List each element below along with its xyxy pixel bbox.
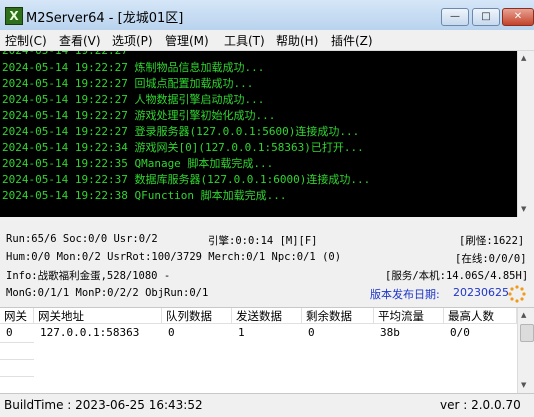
log-line: 2024-05-14 19:22:34 游戏网关[0](127.0.0.1:58…	[2, 141, 364, 154]
scroll-up-icon[interactable]: ▲	[521, 54, 526, 62]
server-load: [服务/本机:14.06S/4.85H]	[385, 270, 529, 282]
menu-options[interactable]: 选项(P)	[112, 32, 153, 49]
menu-help[interactable]: 帮助(H)	[276, 32, 318, 49]
refresh-count: [刷怪:1622]	[459, 235, 525, 247]
sun-icon	[508, 285, 526, 303]
log-console[interactable]: 2024-05-14 19:22:27 ············ 2024-05…	[0, 51, 517, 217]
status-bar: BuildTime : 2023-06-25 16:43:52 ver : 2.…	[0, 393, 534, 417]
version-text: ver : 2.0.0.70	[440, 398, 521, 412]
release-date: 20230625	[453, 286, 509, 299]
scroll-up-icon[interactable]: ▲	[521, 311, 526, 319]
log-line: 2024-05-14 19:22:27 登录服务器(127.0.0.1:5600…	[2, 125, 360, 138]
window-title: M2Server64 - [龙城01区]	[26, 11, 184, 26]
row-divider	[0, 359, 34, 360]
app-icon: X	[5, 7, 23, 25]
col-header-sent[interactable]: 发送数据	[232, 308, 302, 324]
log-line: 2024-05-14 19:22:27 炼制物品信息加载成功...	[2, 61, 265, 74]
menu-bar: 控制(C) 查看(V) 选项(P) 管理(M) 工具(T) 帮助(H) 插件(Z…	[0, 30, 534, 51]
cell-avg-traffic: 38b	[380, 326, 400, 339]
table-scrollbar[interactable]: ▲ ▼	[517, 308, 534, 394]
close-button[interactable]: ✕	[502, 8, 534, 26]
menu-tools[interactable]: 工具(T)	[224, 32, 265, 49]
row-divider	[0, 342, 34, 343]
log-line: 2024-05-14 19:22:38 QFunction 脚本加载完成...	[2, 189, 287, 202]
scroll-down-icon[interactable]: ▼	[521, 205, 526, 213]
col-header-avg-traffic[interactable]: 平均流量	[374, 308, 444, 324]
build-time: BuildTime : 2023-06-25 16:43:52	[4, 398, 203, 412]
log-line: 2024-05-14 19:22:27 回城点配置加载成功...	[2, 77, 254, 90]
col-header-remaining[interactable]: 剩余数据	[302, 308, 374, 324]
engine-time: 引擎:0:0:14 [M][F]	[208, 235, 318, 247]
cell-max-users: 0/0	[450, 326, 470, 339]
menu-view[interactable]: 查看(V)	[59, 32, 101, 49]
row-divider	[0, 376, 34, 377]
log-line: 2024-05-14 19:22:27 人物数据引擎启动成功...	[2, 93, 265, 106]
release-label: 版本发布日期:	[370, 288, 440, 301]
menu-manage[interactable]: 管理(M)	[165, 32, 209, 49]
log-line: 2024-05-14 19:22:27 游戏处理引擎初始化成功...	[2, 109, 276, 122]
col-header-queue[interactable]: 队列数据	[162, 308, 232, 324]
col-header-max-users[interactable]: 最高人数	[444, 308, 517, 324]
scroll-down-icon[interactable]: ▼	[521, 381, 526, 389]
scroll-thumb[interactable]	[520, 324, 534, 342]
restore-button[interactable]: □	[472, 8, 500, 26]
col-header-gateway[interactable]: 网关	[0, 308, 34, 324]
log-line: 2024-05-14 19:22:35 QManage 脚本加载完成...	[2, 157, 274, 170]
gateway-table[interactable]: 网关 网关地址 队列数据 发送数据 剩余数据 平均流量 最高人数 0 127.0…	[0, 307, 534, 394]
online-count: [在线:0/0/0]	[455, 253, 527, 265]
cell-address: 127.0.0.1:58363	[40, 326, 140, 339]
log-line: 2024-05-14 19:22:37 数据库服务器(127.0.0.1:600…	[2, 173, 371, 186]
run-stats: Run:65/6 Soc:0/0 Usr:0/2	[6, 233, 158, 245]
cell-remaining: 0	[308, 326, 315, 339]
minimize-button[interactable]: —	[441, 8, 469, 26]
log-line-partial: 2024-05-14 19:22:27 ············	[2, 51, 214, 57]
log-scrollbar[interactable]: ▲ ▼	[517, 51, 534, 217]
title-bar: X M2Server64 - [龙城01区] — □ ✕	[0, 0, 534, 31]
mon-stats: MonG:0/1/1 MonP:0/2/2 ObjRun:0/1	[6, 287, 209, 299]
menu-plugins[interactable]: 插件(Z)	[331, 32, 373, 49]
hum-stats: Hum:0/0 Mon:0/2 UsrRot:100/3729 Merch:0/…	[6, 251, 342, 263]
col-header-address[interactable]: 网关地址	[34, 308, 162, 324]
cell-gateway: 0	[6, 326, 13, 339]
cell-sent: 1	[238, 326, 245, 339]
cell-queue: 0	[168, 326, 175, 339]
menu-control[interactable]: 控制(C)	[5, 32, 47, 49]
info-text: Info:战歌福利金蛋,528/1080 -	[6, 270, 171, 282]
